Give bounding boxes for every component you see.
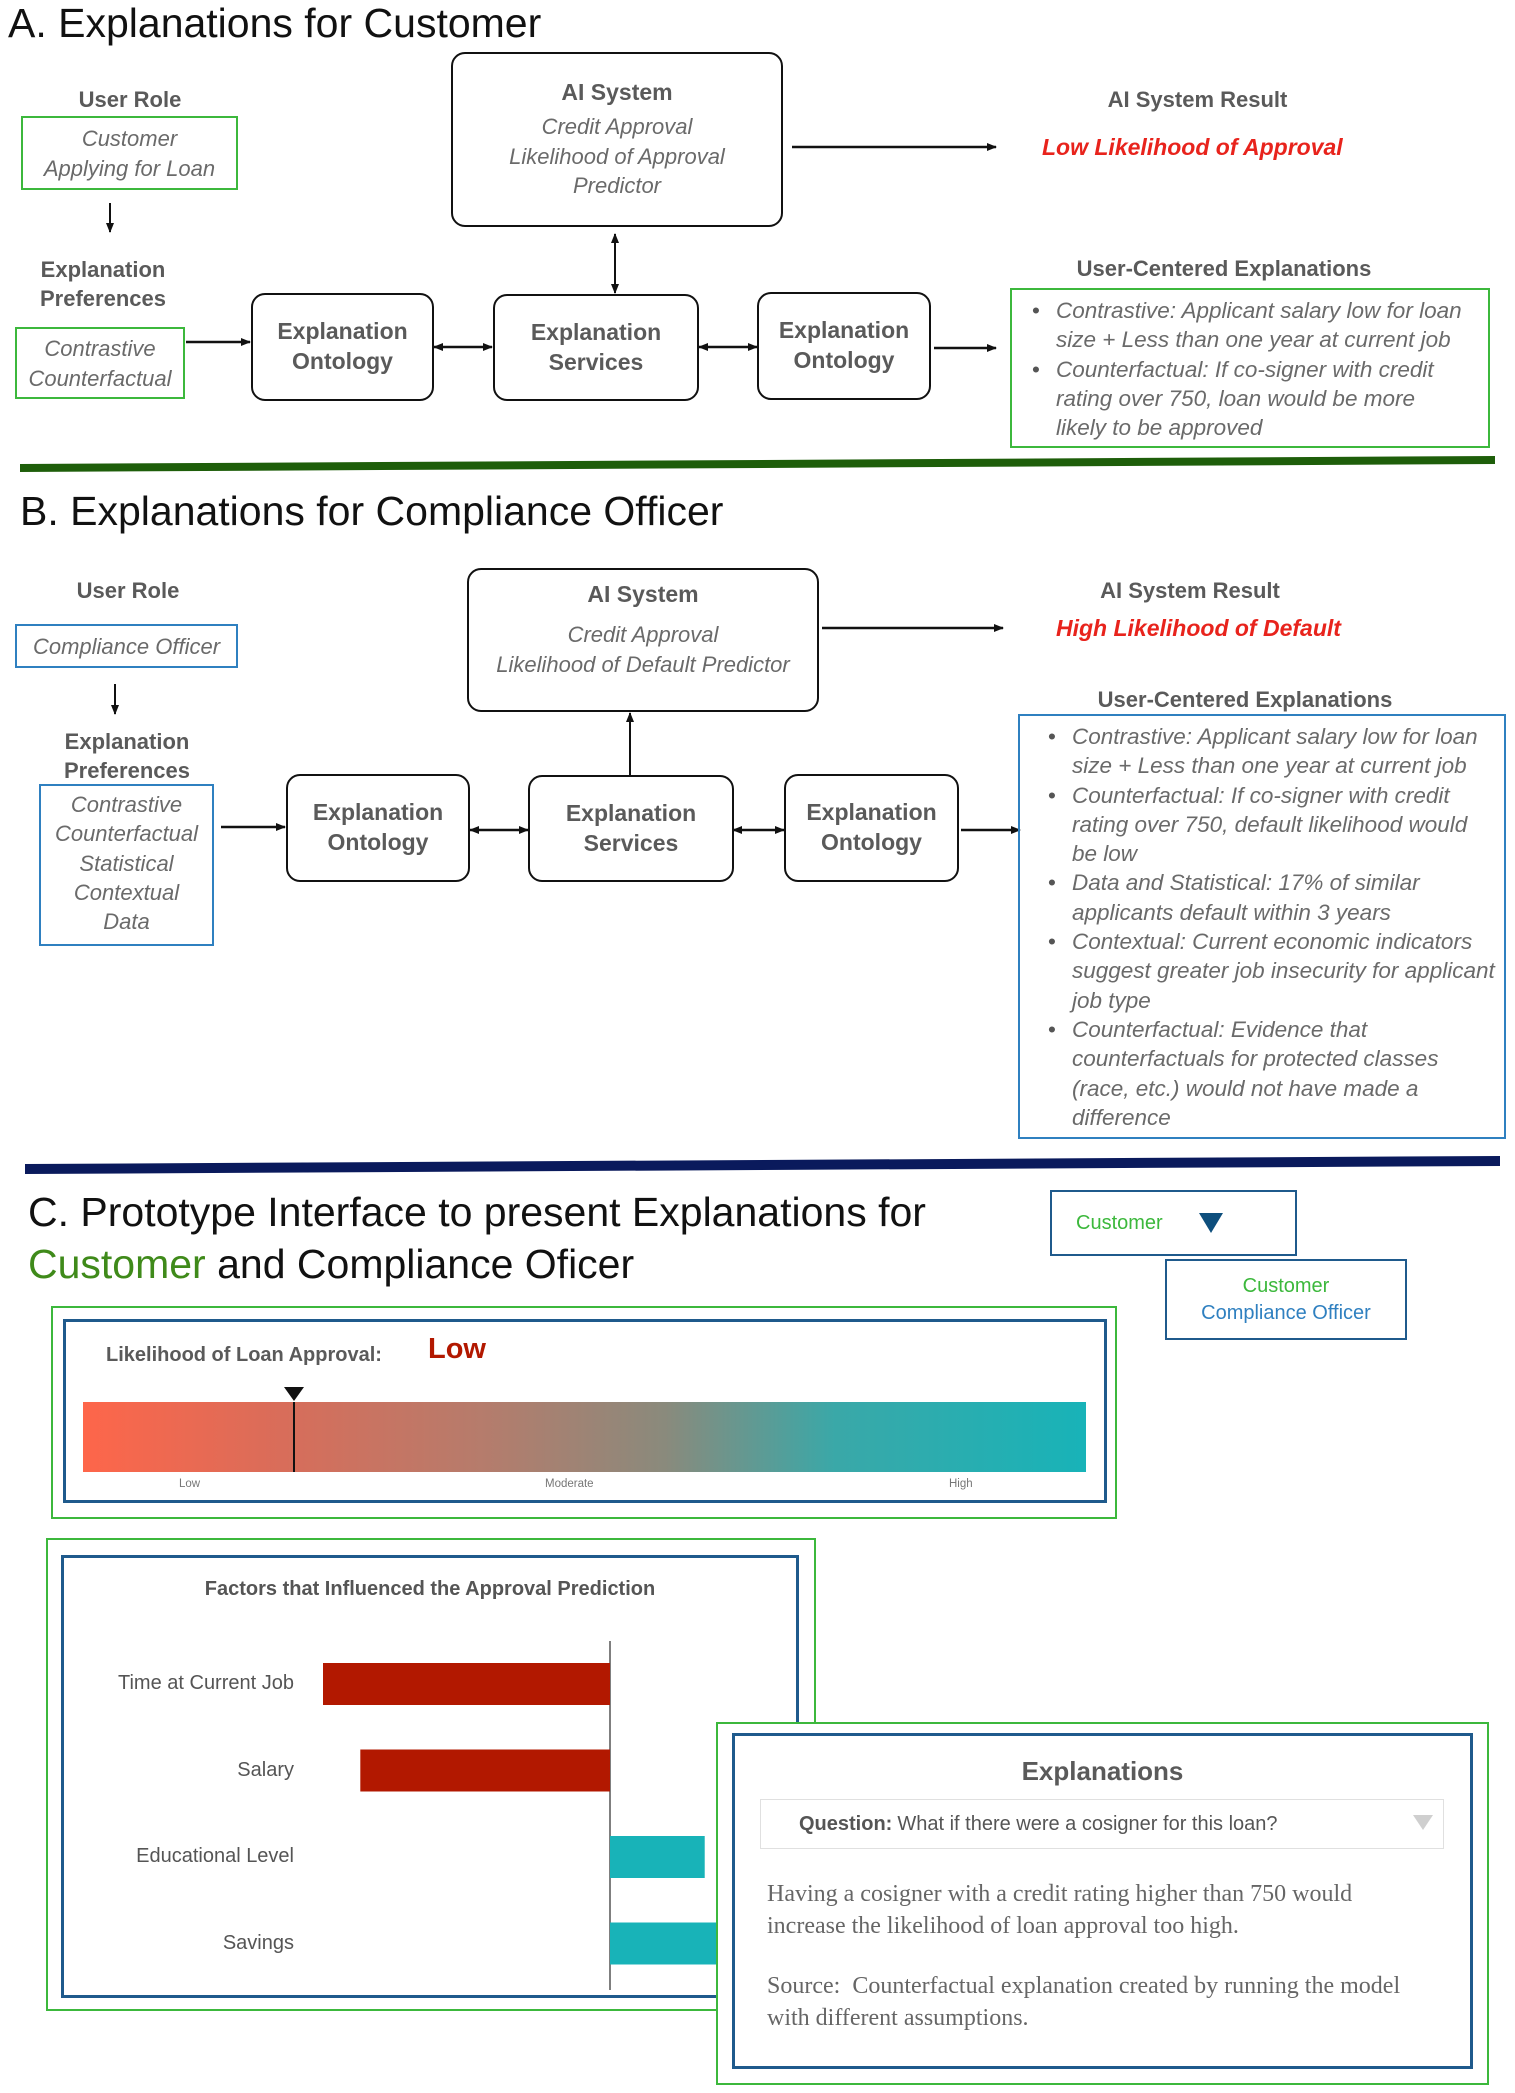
factor-bar-time-at-current-job — [323, 1663, 610, 1705]
explanation-panel-title: Explanations — [1021, 1756, 1184, 1786]
factor-label: Educational Level — [136, 1845, 294, 1867]
factor-bar-salary — [360, 1749, 610, 1792]
chevron-down-icon[interactable] — [1413, 1815, 1433, 1830]
factor-label: Savings — [222, 1931, 294, 1954]
factor-bar-educational-level — [610, 1836, 705, 1878]
explanation-panel: Explanations Question: What if there wer… — [732, 1733, 1473, 2069]
explanation-source: Source: Counterfactual explanation creat… — [767, 1973, 1407, 2031]
factor-label: Salary — [237, 1758, 294, 1781]
question-text: What if there were a cosigner for this l… — [897, 1812, 1278, 1835]
question-label: Question: — [799, 1812, 893, 1835]
factor-label: Time at Current Job — [118, 1672, 294, 1694]
explanation-answer: Having a cosigner with a credit rating h… — [767, 1881, 1353, 1939]
question-select[interactable]: Question: What if there were a cosigner … — [760, 1799, 1444, 1849]
